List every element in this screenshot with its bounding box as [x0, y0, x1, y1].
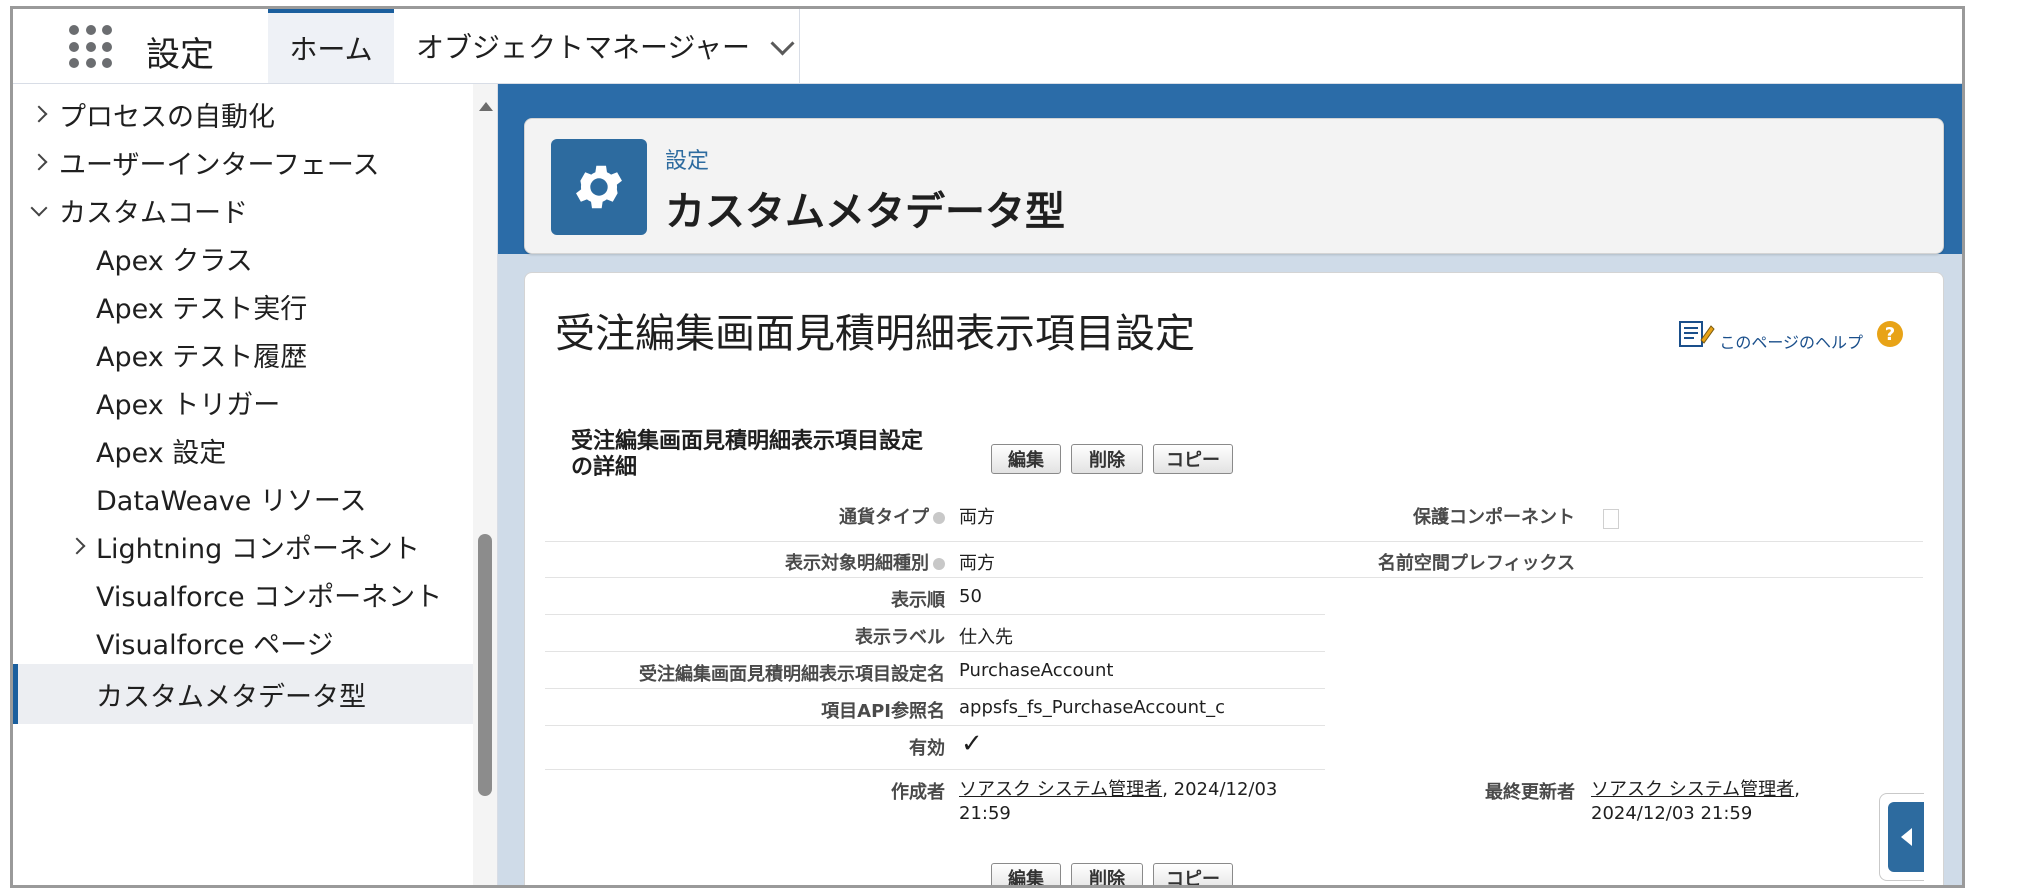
sidebar-item-label: カスタムコード: [59, 197, 248, 229]
chevron-down-icon[interactable]: [770, 30, 795, 56]
api-reference-label: 項目API参照名: [821, 701, 945, 722]
edit-button[interactable]: 編集: [991, 444, 1061, 474]
created-by-value: ソアスク システム管理者, 2024/12/03 21:59: [959, 778, 1277, 826]
namespace-prefix-label: 名前空間プレフィックス: [1377, 553, 1575, 574]
sidebar-item-label: ユーザーインターフェース: [59, 149, 380, 181]
active-checkmark-icon: ✓: [961, 729, 983, 759]
sidebar-item-label: DataWeave リソース: [96, 485, 367, 517]
row-divider: [545, 614, 1325, 615]
setup-sidebar: プロセスの自動化 ユーザーインターフェース カスタムコード Apex クラス A…: [13, 84, 498, 885]
chevron-right-icon[interactable]: [30, 105, 48, 123]
protected-component-label: 保護コンポーネント: [1413, 507, 1575, 528]
sidebar-item-label: Apex トリガー: [96, 389, 281, 421]
protected-component-checkbox: [1603, 509, 1619, 529]
row-divider: [545, 651, 1325, 652]
window-frame: 設定 ホーム オブジェクトマネージャー プロセスの自動化 ユーザーインターフェー…: [10, 6, 1965, 888]
sidebar-item-label: Apex テスト実行: [96, 293, 308, 325]
chevron-down-icon[interactable]: [30, 199, 48, 217]
gear-icon: [551, 139, 647, 235]
target-kind-label-text: 表示対象明細種別: [785, 553, 929, 574]
tab-object-manager[interactable]: オブジェクトマネージャー: [396, 9, 800, 83]
display-order-value: 50: [959, 586, 982, 607]
help-question-icon[interactable]: ?: [1877, 321, 1903, 347]
sidebar-item-label: Visualforce ページ: [96, 629, 334, 661]
delete-button-bottom[interactable]: 削除: [1071, 863, 1143, 885]
row-divider: [545, 577, 1923, 578]
tab-home[interactable]: ホーム: [268, 9, 394, 83]
setting-name-label: 受注編集画面見積明細表示項目設定名: [639, 664, 945, 685]
page-header-card: 設定 カスタムメタデータ型: [524, 118, 1944, 254]
row-divider: [545, 541, 1923, 542]
row-divider: [545, 769, 1325, 770]
active-label: 有効: [909, 738, 945, 759]
chevron-right-icon[interactable]: [30, 153, 48, 171]
display-label-value: 仕入先: [959, 627, 1013, 648]
scrollbar-thumb[interactable]: [478, 534, 492, 796]
sidebar-item-label: Visualforce コンポーネント: [96, 581, 443, 613]
main-content: 設定 カスタムメタデータ型 受注編集画面見積明細表示項目設定 このページのヘルプ…: [498, 84, 1962, 885]
sidebar-item-custom-metadata-types[interactable]: カスタムメタデータ型: [13, 664, 473, 724]
app-title: 設定: [146, 35, 214, 75]
info-icon[interactable]: [933, 558, 945, 570]
created-by-time: 21:59: [959, 803, 1011, 824]
target-kind-value: 両方: [959, 553, 995, 574]
help-document-icon: [1679, 320, 1715, 348]
currency-type-label: 通貨タイプ: [545, 503, 945, 529]
record-detail-card: 受注編集画面見積明細表示項目設定 このページのヘルプ ? 受注編集画面見積明細表…: [524, 272, 1944, 885]
created-by-date: , 2024/12/03: [1162, 779, 1278, 800]
sidebar-item-label: カスタムメタデータ型: [96, 681, 366, 713]
row-divider: [545, 688, 1325, 689]
tab-object-manager-label: オブジェクトマネージャー: [416, 31, 751, 64]
sidebar-item-visualforce-pages[interactable]: Visualforce ページ: [13, 612, 473, 672]
app-launcher-icon[interactable]: [69, 25, 113, 69]
sidebar-item-label: プロセスの自動化: [59, 101, 275, 133]
delete-button[interactable]: 削除: [1071, 444, 1143, 474]
scroll-up-arrow-icon[interactable]: [479, 102, 493, 111]
copy-button[interactable]: コピー: [1153, 444, 1233, 474]
side-panel-toggle[interactable]: [1879, 793, 1924, 881]
help-link[interactable]: このページのヘルプ ?: [1679, 315, 1903, 353]
display-label-label: 表示ラベル: [855, 627, 945, 648]
modified-by-user-link[interactable]: ソアスク システム管理者: [1591, 779, 1794, 800]
collapse-left-icon[interactable]: [1888, 802, 1924, 872]
row-divider: [545, 725, 1325, 726]
copy-button-bottom[interactable]: コピー: [1153, 863, 1233, 885]
modified-by-separator: ,: [1794, 779, 1800, 800]
sidebar-item-label: Lightning コンポーネント: [96, 533, 420, 565]
page-title: カスタムメタデータ型: [665, 189, 1065, 235]
sidebar-item-label: Apex 設定: [96, 437, 227, 469]
modified-by-datetime: 2024/12/03 21:59: [1591, 803, 1753, 824]
record-title: 受注編集画面見積明細表示項目設定: [555, 311, 1195, 357]
chevron-right-icon[interactable]: [68, 537, 86, 555]
top-nav-bar: 設定 ホーム オブジェクトマネージャー: [13, 9, 1962, 84]
help-link-label[interactable]: このページのヘルプ: [1719, 329, 1863, 353]
breadcrumb[interactable]: 設定: [665, 143, 709, 175]
edit-button-bottom[interactable]: 編集: [991, 863, 1061, 885]
sidebar-item-label: Apex テスト履歴: [96, 341, 308, 373]
modified-by-label: 最終更新者: [1485, 782, 1575, 803]
created-by-label: 作成者: [891, 782, 945, 803]
sidebar-item-label: Apex クラス: [96, 245, 253, 277]
modified-by-value: ソアスク システム管理者, 2024/12/03 21:59: [1591, 778, 1800, 826]
display-order-label: 表示順: [891, 590, 945, 611]
currency-type-value: 両方: [959, 507, 995, 528]
created-by-user-link[interactable]: ソアスク システム管理者: [959, 779, 1162, 800]
target-kind-label: 表示対象明細種別: [545, 549, 945, 575]
detail-section-title: 受注編集画面見積明細表示項目設定の詳細: [571, 429, 924, 480]
api-reference-value: appsfs_fs_PurchaseAccount_c: [959, 697, 1226, 718]
info-icon[interactable]: [933, 512, 945, 524]
setting-name-value: PurchaseAccount: [959, 660, 1114, 681]
currency-type-label-text: 通貨タイプ: [839, 507, 929, 528]
